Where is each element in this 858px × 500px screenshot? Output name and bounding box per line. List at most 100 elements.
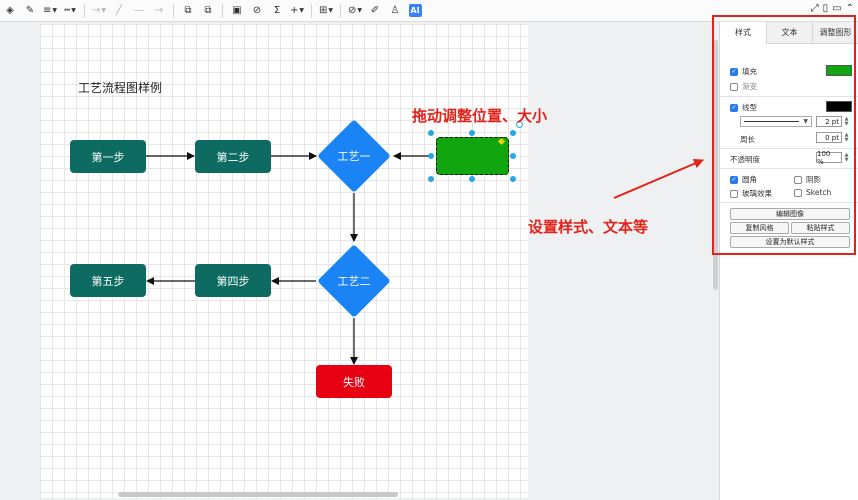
resize-handle-e[interactable]	[510, 153, 516, 159]
table-icon: ⊞	[318, 5, 328, 16]
image-icon[interactable]: ▣	[229, 2, 245, 20]
shadow-row[interactable]: 阴影	[794, 174, 821, 185]
fill-label: 填充	[742, 67, 757, 76]
node-step5[interactable]: 第五步	[70, 264, 146, 297]
resize-handle-w[interactable]	[428, 153, 434, 159]
annotation-drag-hint: 拖动调整位置、大小	[412, 107, 548, 125]
fill-checkbox[interactable]: ✓	[730, 67, 738, 76]
node-fail[interactable]: 失败	[316, 365, 392, 398]
gradient-label: 渐变	[742, 82, 757, 91]
node-step4[interactable]: 第四步	[195, 264, 271, 297]
connector-icon: →	[91, 5, 101, 16]
selected-shape[interactable]	[436, 137, 509, 175]
line-width-icon[interactable]: ≡ ▼	[42, 2, 58, 20]
fullscreen-icon[interactable]: ⤢	[811, 3, 819, 14]
resize-handle-s[interactable]	[469, 176, 475, 182]
resize-handle-nw[interactable]	[428, 130, 434, 136]
perimeter-label: 周长	[740, 135, 755, 144]
horizontal-scrollbar[interactable]	[118, 492, 398, 497]
rounded-checkbox[interactable]: ✓	[730, 175, 738, 184]
node-step1[interactable]: 第一步	[70, 140, 146, 173]
tab-style[interactable]: 样式	[720, 22, 766, 44]
sketch-row[interactable]: Sketch	[794, 188, 831, 197]
fill-color-swatch[interactable]	[826, 65, 852, 76]
glass-row[interactable]: 玻璃效果	[730, 188, 772, 199]
vertical-scrollbar[interactable]	[713, 40, 718, 290]
resize-handle-sw[interactable]	[428, 176, 434, 182]
diagram-title[interactable]: 工艺流程图样例	[78, 79, 162, 96]
arrow-end-icon: →	[154, 5, 164, 16]
formula-icon: Σ	[273, 5, 281, 16]
opacity-input[interactable]: 100 %	[816, 150, 842, 166]
fill-row[interactable]: ✓ 填充	[730, 66, 757, 77]
line-checkbox[interactable]: ✓	[730, 103, 738, 112]
fill-color-icon: ◈	[6, 5, 14, 16]
send-back-icon: ⧉	[204, 5, 212, 16]
fill-color-icon[interactable]: ◈	[2, 2, 18, 20]
line-draw-icon[interactable]: ╱	[111, 2, 127, 20]
resize-handle-se[interactable]	[510, 176, 516, 182]
connector-icon[interactable]: → ▼	[91, 2, 107, 20]
link-icon[interactable]: ⊘	[249, 2, 265, 20]
perimeter-stepper-icon[interactable]: ▲ ▼	[844, 132, 849, 143]
send-back-icon[interactable]: ⧉	[200, 2, 216, 20]
line-width-stepper-icon[interactable]: ▲ ▼	[844, 116, 849, 127]
gradient-row[interactable]: 渐变	[730, 81, 757, 92]
node-step2[interactable]: 第二步	[195, 140, 271, 173]
dash-icon: —	[134, 5, 144, 16]
shadow-checkbox[interactable]	[794, 175, 802, 184]
ai-icon[interactable]: AI	[407, 2, 423, 20]
opacity-stepper-icon[interactable]: ▲ ▼	[844, 152, 849, 163]
formula-icon[interactable]: Σ	[269, 2, 285, 20]
line-pattern-select[interactable]: ▼	[740, 116, 812, 127]
collapse-icon[interactable]: ⌃	[846, 3, 854, 14]
tab-arrange[interactable]: 调整图形	[812, 22, 858, 44]
copy-style-button[interactable]: 复制风格	[730, 222, 789, 234]
annotation-style-hint: 设置样式、文本等	[528, 218, 649, 236]
chevron-down-icon: ▼	[71, 7, 76, 14]
resize-handle-n[interactable]	[469, 130, 475, 136]
tab-label: 样式	[735, 28, 751, 37]
bring-front-icon[interactable]: ⧉	[180, 2, 196, 20]
paste-style-button[interactable]: 粘贴样式	[791, 222, 850, 234]
chevron-down-icon: ▼	[101, 7, 106, 14]
link-icon: ⊘	[252, 5, 262, 16]
perimeter-input[interactable]: 0 pt	[816, 132, 842, 143]
tab-label: 调整图形	[819, 28, 852, 37]
chevron-down-icon: ▼	[803, 118, 808, 125]
shirt-icon[interactable]: ♙	[387, 2, 403, 20]
table-icon[interactable]: ⊞ ▼	[318, 2, 334, 20]
format-icon: ⊘	[347, 5, 357, 16]
line-style-icon: ┅	[64, 5, 71, 16]
dash-icon[interactable]: —	[131, 2, 147, 20]
pen-icon[interactable]: ✐	[367, 2, 383, 20]
sketch-checkbox[interactable]	[794, 188, 802, 197]
line-width-input[interactable]: 2 pt	[816, 116, 842, 127]
line-row[interactable]: ✓ 线型	[730, 102, 757, 113]
section-divider	[720, 202, 858, 203]
panel-icon[interactable]: ▭	[832, 3, 841, 14]
ai-icon: AI	[408, 4, 422, 17]
shadow-label: 阴影	[806, 175, 821, 184]
tab-text[interactable]: 文本	[766, 22, 812, 44]
line-color-icon[interactable]: ✎	[22, 2, 38, 20]
gradient-checkbox[interactable]	[730, 82, 738, 91]
line-color-swatch[interactable]	[826, 101, 852, 112]
edit-image-button[interactable]: 编辑图像	[730, 208, 850, 220]
rounded-row[interactable]: ✓ 圆角	[730, 174, 757, 185]
chevron-down-icon: ▼	[357, 7, 362, 14]
line-style-icon[interactable]: ┅ ▼	[62, 2, 78, 20]
format-icon[interactable]: ⊘ ▼	[347, 2, 363, 20]
toolbar-separator	[311, 3, 312, 18]
insert-icon[interactable]: + ▼	[289, 2, 305, 20]
node-label: 第四步	[216, 274, 250, 288]
glass-checkbox[interactable]	[730, 189, 738, 198]
arrow-end-icon[interactable]: →	[151, 2, 167, 20]
resize-handle-ne[interactable]	[510, 130, 516, 136]
toolbar: ◈ ✎ ≡ ▼ ┅ ▼ → ▼ ╱ — → ⧉ ⧉ ▣ ⊘ Σ + ▼ ⊞ ▼ ⊘ ▼ ✐ ♙ AI ⤢ ▯ ▭ ⌃	[0, 0, 858, 22]
chevron-down-icon: ▼	[299, 7, 304, 14]
toolbar-separator	[340, 3, 341, 18]
set-default-style-button[interactable]: 设置为默认样式	[730, 236, 850, 248]
sidebar-icon[interactable]: ▯	[823, 3, 829, 14]
line-label: 线型	[742, 103, 757, 112]
